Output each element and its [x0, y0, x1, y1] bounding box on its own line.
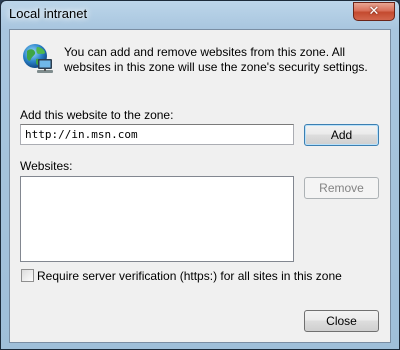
title-bar[interactable]: Local intranet ✕ — [1, 1, 400, 29]
intranet-globe-icon — [23, 44, 53, 73]
title-close-button[interactable]: ✕ — [353, 2, 395, 21]
close-button[interactable]: Close — [304, 310, 379, 332]
zone-description: You can add and remove websites from thi… — [64, 45, 368, 74]
website-url-input[interactable] — [20, 124, 294, 145]
remove-button[interactable]: Remove — [304, 177, 379, 199]
window-title: Local intranet — [9, 6, 88, 21]
websites-list[interactable] — [20, 176, 294, 262]
require-https-checkbox[interactable] — [21, 269, 34, 282]
dialog-client-area: You can add and remove websites from thi… — [9, 29, 391, 343]
require-https-label[interactable]: Require server verification (https:) for… — [37, 269, 342, 283]
close-icon: ✕ — [368, 4, 380, 19]
add-button[interactable]: Add — [304, 124, 379, 146]
websites-label: Websites: — [20, 159, 73, 173]
add-website-label: Add this website to the zone: — [20, 108, 174, 122]
local-intranet-dialog: Local intranet ✕ You can add and remove … — [0, 0, 400, 350]
